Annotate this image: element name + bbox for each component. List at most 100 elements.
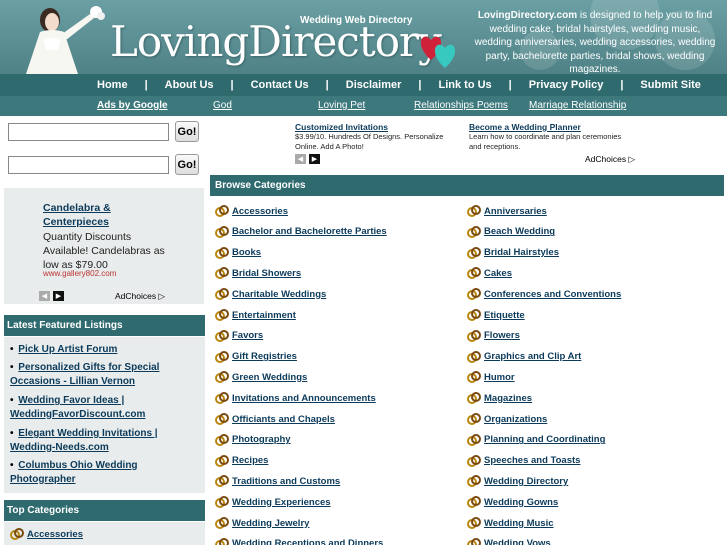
category-link[interactable]: Invitations and Announcements — [232, 393, 376, 404]
ad-title-link[interactable]: Candelabra & Centerpieces — [43, 201, 163, 229]
category-link[interactable]: Charitable Weddings — [232, 289, 326, 300]
search-input-2[interactable] — [8, 156, 169, 174]
ad-link-loving-pet[interactable]: Loving Pet — [318, 100, 365, 111]
search-input[interactable] — [8, 123, 169, 141]
category-item[interactable]: Bridal Hairstyles — [467, 245, 559, 261]
featured-item[interactable]: • Wedding Favor Ideas | WeddingFavorDisc… — [10, 394, 200, 421]
category-item[interactable]: Invitations and Announcements — [215, 390, 376, 406]
featured-item[interactable]: • Pick Up Artist Forum — [10, 343, 200, 357]
category-item[interactable]: Graphics and Clip Art — [467, 349, 581, 365]
featured-item-link[interactable]: Pick Up Artist Forum — [18, 344, 117, 355]
category-link[interactable]: Etiquette — [484, 310, 525, 321]
featured-item-link[interactable]: Columbus Ohio Wedding Photographer — [10, 460, 138, 485]
featured-item-link[interactable]: Personalized Gifts for Special Occasions… — [10, 362, 159, 387]
featured-item-link[interactable]: Elegant Wedding Invitations | Wedding-Ne… — [10, 428, 158, 453]
category-item[interactable]: Flowers — [467, 328, 520, 344]
category-link[interactable]: Recipes — [232, 455, 268, 466]
featured-item[interactable]: • Personalized Gifts for Special Occasio… — [10, 361, 200, 388]
right-ad-title-1[interactable]: Customized Invitations — [295, 122, 388, 132]
prev-ad-icon[interactable]: ◀ — [39, 291, 50, 301]
category-link[interactable]: Wedding Receptions and Dinners — [232, 538, 383, 545]
category-link[interactable]: Gift Registries — [232, 351, 297, 362]
category-item[interactable]: Organizations — [467, 411, 547, 427]
category-link[interactable]: Books — [232, 247, 261, 258]
category-link[interactable]: Bridal Showers — [232, 268, 301, 279]
category-item[interactable]: Wedding Music — [467, 515, 554, 531]
adchoices-link[interactable]: AdChoices ▷ — [585, 154, 635, 165]
category-item[interactable]: Bachelor and Bachelorette Parties — [215, 224, 387, 240]
category-item[interactable]: Etiquette — [467, 307, 525, 323]
category-item[interactable]: Wedding Jewelry — [215, 515, 309, 531]
featured-item[interactable]: • Elegant Wedding Invitations | Wedding-… — [10, 427, 200, 454]
category-item[interactable]: Planning and Coordinating — [467, 432, 605, 448]
category-link[interactable]: Officiants and Chapels — [232, 414, 335, 425]
category-link[interactable]: Cakes — [484, 268, 512, 279]
category-link[interactable]: Wedding Gowns — [484, 497, 558, 508]
next-ad-icon[interactable]: ▶ — [53, 291, 64, 301]
top-category-link[interactable]: Accessories — [27, 529, 83, 540]
nav-submit-site[interactable]: Submit Site — [640, 79, 701, 91]
category-link[interactable]: Entertainment — [232, 310, 296, 321]
top-category-item[interactable]: Accessories — [10, 526, 83, 542]
category-item[interactable]: Green Weddings — [215, 369, 307, 385]
category-item[interactable]: Officiants and Chapels — [215, 411, 335, 427]
ad-link-relationships-poems[interactable]: Relationships Poems — [414, 100, 508, 111]
featured-item[interactable]: • Columbus Ohio Wedding Photographer — [10, 459, 200, 486]
category-link[interactable]: Traditions and Customs — [232, 476, 340, 487]
category-link[interactable]: Photography — [232, 434, 291, 445]
category-link[interactable]: Organizations — [484, 414, 547, 425]
category-item[interactable]: Wedding Vows — [467, 536, 551, 545]
category-item[interactable]: Bridal Showers — [215, 265, 301, 281]
category-item[interactable]: Magazines — [467, 390, 532, 406]
category-item[interactable]: Anniversaries — [467, 203, 547, 219]
category-link[interactable]: Bridal Hairstyles — [484, 247, 559, 258]
category-item[interactable]: Cakes — [467, 265, 512, 281]
go-button[interactable]: Go! — [175, 121, 199, 142]
category-link[interactable]: Wedding Experiences — [232, 497, 331, 508]
category-item[interactable]: Favors — [215, 328, 263, 344]
category-item[interactable]: Entertainment — [215, 307, 296, 323]
category-link[interactable]: Magazines — [484, 393, 532, 404]
ad-link-marriage-relationship[interactable]: Marriage Relationship — [529, 100, 626, 111]
category-item[interactable]: Conferences and Conventions — [467, 286, 621, 302]
category-link[interactable]: Wedding Vows — [484, 538, 551, 545]
category-link[interactable]: Bachelor and Bachelorette Parties — [232, 226, 387, 237]
category-item[interactable]: Beach Wedding — [467, 224, 555, 240]
category-link[interactable]: Flowers — [484, 330, 520, 341]
adchoices-link[interactable]: AdChoices ▷ — [115, 291, 165, 302]
category-link[interactable]: Accessories — [232, 206, 288, 217]
category-item[interactable]: Recipes — [215, 453, 268, 469]
nav-disclaimer[interactable]: Disclaimer — [346, 79, 402, 91]
prev-ad-icon[interactable]: ◀ — [295, 154, 306, 164]
nav-about-us[interactable]: About Us — [165, 79, 214, 91]
category-link[interactable]: Conferences and Conventions — [484, 289, 621, 300]
category-item[interactable]: Charitable Weddings — [215, 286, 326, 302]
category-item[interactable]: Speeches and Toasts — [467, 453, 580, 469]
category-item[interactable]: Humor — [467, 369, 515, 385]
nav-link-to-us[interactable]: Link to Us — [438, 79, 491, 91]
category-item[interactable]: Gift Registries — [215, 349, 297, 365]
nav-home[interactable]: Home — [97, 79, 128, 91]
category-link[interactable]: Favors — [232, 330, 263, 341]
category-link[interactable]: Graphics and Clip Art — [484, 351, 581, 362]
right-ad-title-2[interactable]: Become a Wedding Planner — [469, 122, 581, 132]
category-item[interactable]: Wedding Experiences — [215, 494, 331, 510]
category-link[interactable]: Humor — [484, 372, 515, 383]
category-link[interactable]: Beach Wedding — [484, 226, 555, 237]
category-item[interactable]: Wedding Gowns — [467, 494, 558, 510]
category-item[interactable]: Photography — [215, 432, 291, 448]
category-item[interactable]: Wedding Receptions and Dinners — [215, 536, 383, 545]
nav-privacy-policy[interactable]: Privacy Policy — [529, 79, 604, 91]
category-item[interactable]: Books — [215, 245, 261, 261]
featured-item-link[interactable]: Wedding Favor Ideas | WeddingFavorDiscou… — [10, 395, 145, 420]
category-link[interactable]: Planning and Coordinating — [484, 434, 605, 445]
ad-link-god[interactable]: God — [213, 100, 232, 111]
category-link[interactable]: Wedding Directory — [484, 476, 568, 487]
next-ad-icon[interactable]: ▶ — [309, 154, 320, 164]
category-item[interactable]: Traditions and Customs — [215, 473, 340, 489]
nav-contact-us[interactable]: Contact Us — [251, 79, 309, 91]
ads-by-google-link[interactable]: Ads by Google — [97, 100, 168, 111]
site-logo[interactable]: LovingDirectory — [110, 18, 442, 66]
category-link[interactable]: Anniversaries — [484, 206, 547, 217]
category-item[interactable]: Accessories — [215, 203, 288, 219]
